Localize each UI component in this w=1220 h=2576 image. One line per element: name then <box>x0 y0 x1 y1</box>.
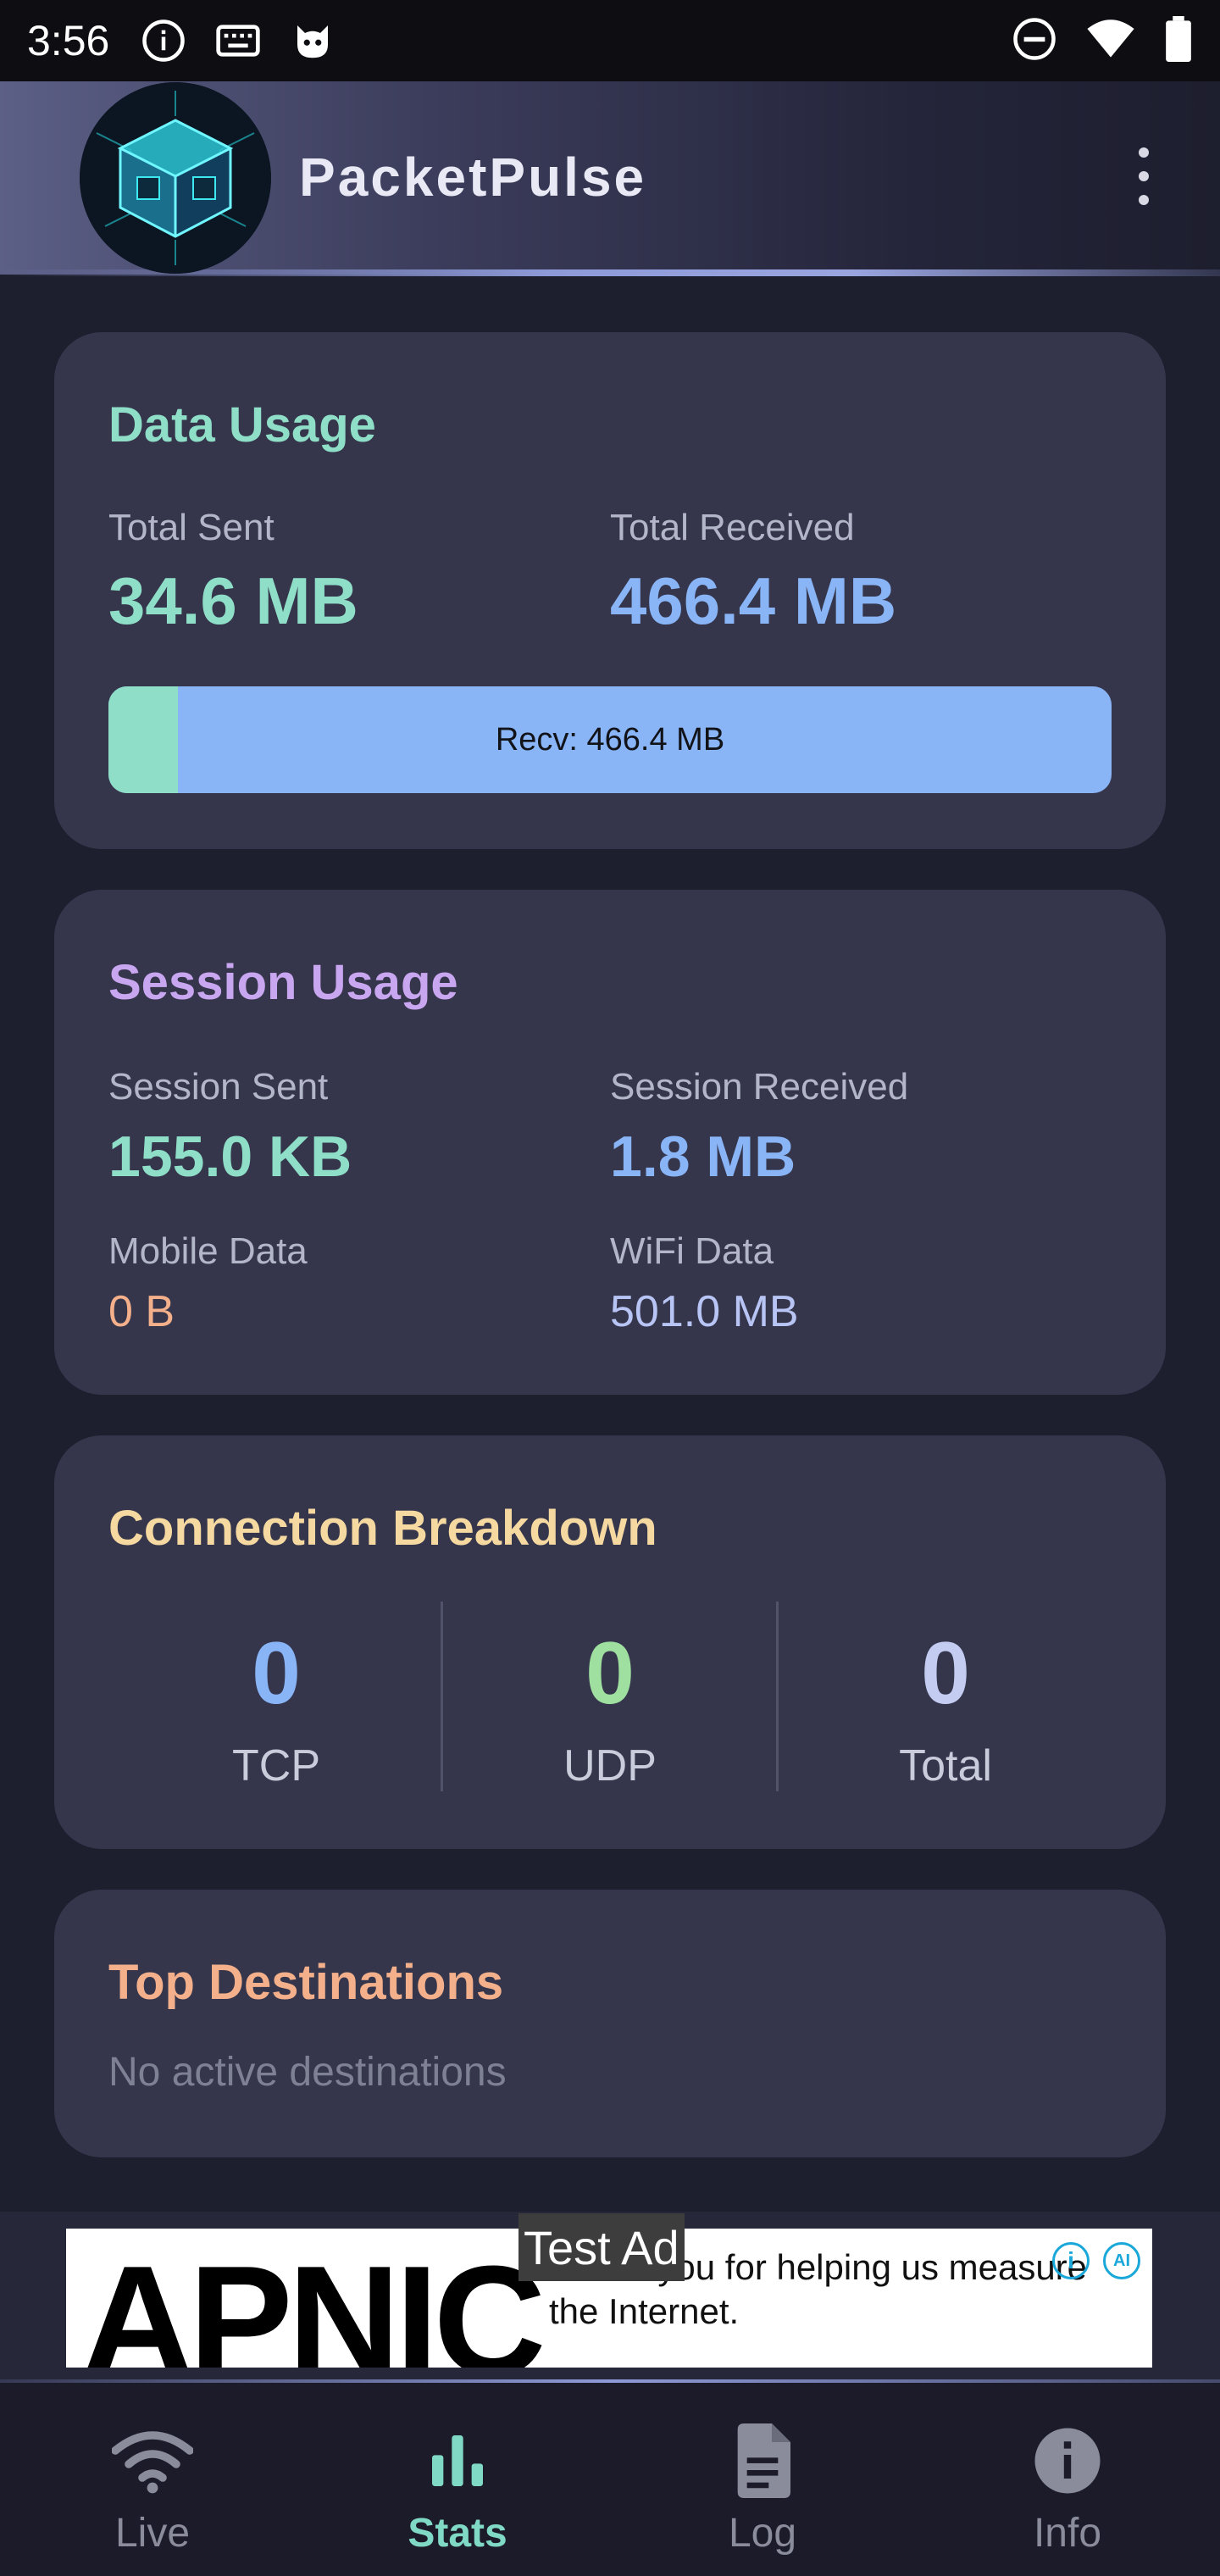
document-icon <box>720 2418 805 2503</box>
dot-icon <box>1139 171 1149 181</box>
do-not-disturb-icon <box>1012 16 1057 66</box>
ad-logo-text: APNIC <box>81 2233 546 2368</box>
top-destinations-title: Top Destinations <box>108 1955 504 2010</box>
nav-live-label: Live <box>114 2511 191 2556</box>
keyboard-icon <box>214 17 262 64</box>
overflow-menu-button[interactable] <box>1127 142 1161 210</box>
nav-live[interactable]: Live <box>0 2383 305 2576</box>
tcp-stat: 0 TCP <box>108 1435 444 1849</box>
app-logo <box>80 82 271 274</box>
total-sent-value: 34.6 MB <box>108 564 358 638</box>
nav-log-label: Log <box>728 2511 797 2556</box>
nav-stats-label: Stats <box>408 2511 507 2556</box>
top-destinations-card: Top Destinations No active destinations <box>54 1890 1166 2157</box>
wifi-signal-icon <box>1086 19 1135 64</box>
session-usage-title: Session Usage <box>108 955 458 1010</box>
usage-progress-bar: Recv: 466.4 MB <box>108 686 1112 793</box>
bottom-navigation: Live Stats Log Info <box>0 2383 1220 2576</box>
app-screen: 3:56 PacketPulse Data Usage Total Sent 3… <box>0 0 1220 2576</box>
dot-icon <box>1139 195 1149 205</box>
connection-breakdown-card: Connection Breakdown 0 TCP 0 UDP 0 Total <box>54 1435 1166 1849</box>
mobile-data-label: Mobile Data <box>108 1230 308 1272</box>
tcp-count: 0 <box>252 1624 301 1723</box>
ad-info-icon[interactable]: i <box>1052 2242 1090 2279</box>
total-count: 0 <box>921 1624 970 1723</box>
info-icon <box>140 17 187 64</box>
total-stat: 0 Total <box>778 1435 1113 1849</box>
app-title: PacketPulse <box>299 147 647 208</box>
dot-icon <box>1139 147 1149 158</box>
mobile-data-value: 0 B <box>108 1287 175 1336</box>
udp-stat: 0 UDP <box>442 1435 778 1849</box>
status-time: 3:56 <box>27 17 110 64</box>
wifi-data-value: 501.0 MB <box>610 1287 799 1336</box>
nav-log[interactable]: Log <box>610 2383 915 2576</box>
session-received-label: Session Received <box>610 1066 909 1108</box>
battery-icon <box>1164 15 1193 66</box>
usage-progress-text: Recv: 466.4 MB <box>495 721 725 758</box>
total-received-value: 466.4 MB <box>610 564 897 638</box>
cat-face-icon <box>289 17 336 64</box>
data-usage-title: Data Usage <box>108 397 376 452</box>
status-bar: 3:56 <box>0 0 1220 81</box>
total-label: Total <box>899 1741 992 1790</box>
total-sent-label: Total Sent <box>108 507 274 548</box>
wifi-data-label: WiFi Data <box>610 1230 774 1272</box>
status-right-icons <box>1012 15 1193 66</box>
bar-chart-icon <box>415 2418 500 2503</box>
tcp-label: TCP <box>232 1741 320 1790</box>
session-sent-value: 155.0 KB <box>108 1124 352 1189</box>
ad-choices-icon[interactable]: AI <box>1103 2242 1140 2279</box>
data-usage-card: Data Usage Total Sent 34.6 MB Total Rece… <box>54 332 1166 849</box>
wifi-icon <box>110 2418 195 2503</box>
no-destinations-text: No active destinations <box>108 2050 507 2095</box>
nav-info[interactable]: Info <box>915 2383 1220 2576</box>
info-icon <box>1025 2418 1110 2503</box>
session-received-value: 1.8 MB <box>610 1124 796 1189</box>
nav-stats[interactable]: Stats <box>305 2383 610 2576</box>
nav-info-label: Info <box>1033 2511 1102 2556</box>
session-sent-label: Session Sent <box>108 1066 329 1108</box>
udp-count: 0 <box>585 1624 635 1723</box>
test-ad-badge: Test Ad <box>518 2213 685 2281</box>
total-received-label: Total Received <box>610 507 855 548</box>
session-usage-card: Session Usage Session Sent 155.0 KB Sess… <box>54 890 1166 1395</box>
udp-label: UDP <box>563 1741 657 1790</box>
